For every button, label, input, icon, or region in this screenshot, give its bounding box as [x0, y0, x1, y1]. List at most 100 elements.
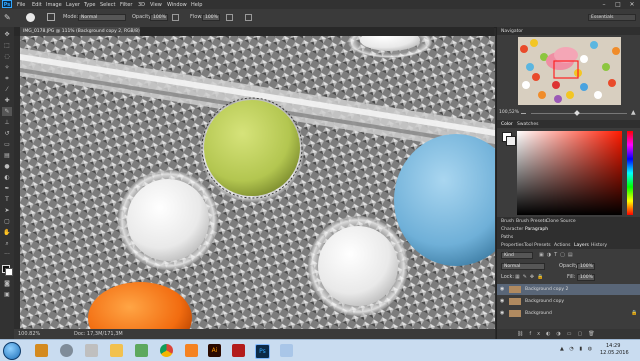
tab-tool-presets[interactable]: Tool Presets — [524, 243, 551, 248]
start-button-icon[interactable] — [3, 342, 21, 360]
blur-tool-icon[interactable]: ● — [2, 162, 12, 171]
menu-view[interactable]: View — [150, 2, 162, 8]
layer-filter-kind[interactable]: Kind — [501, 252, 533, 259]
menu-type[interactable]: Type — [84, 2, 95, 8]
tab-paths[interactable]: Paths — [501, 235, 513, 240]
lock-icons[interactable]: ▦✎✥🔒 — [515, 274, 551, 281]
taskbar-app-icon[interactable] — [85, 344, 98, 357]
layer-filter-icons[interactable]: ▣◑T▢▤ — [539, 252, 599, 259]
hue-slider[interactable] — [627, 131, 633, 215]
pressure-opacity-icon[interactable] — [172, 14, 179, 21]
more-tools-icon[interactable]: ··· — [2, 250, 12, 259]
move-tool-icon[interactable]: ✥ — [2, 30, 12, 39]
illustrator-icon[interactable]: Ai — [208, 344, 221, 357]
tab-color[interactable]: Color — [501, 122, 513, 127]
zoom-in-icon[interactable]: ▲ — [631, 110, 637, 116]
clone-stamp-tool-icon[interactable]: ⊥ — [2, 118, 12, 127]
zoom-slider-handle[interactable] — [574, 110, 580, 116]
color-picker-field[interactable] — [517, 131, 622, 215]
lasso-tool-icon[interactable]: ◌ — [2, 52, 12, 61]
menu-filter[interactable]: Filter — [120, 2, 132, 8]
gradient-tool-icon[interactable]: ▤ — [2, 151, 12, 160]
taskbar-app-icon[interactable] — [185, 344, 198, 357]
visibility-eye-icon[interactable]: ◉ — [500, 299, 505, 304]
opacity-field[interactable]: 100% — [150, 14, 168, 21]
photoshop-taskbar-icon[interactable]: Ps — [255, 344, 270, 359]
pressure-size-icon[interactable] — [245, 14, 252, 21]
tab-brush-presets[interactable]: Brush Presets — [516, 219, 547, 224]
menu-file[interactable]: File — [17, 2, 25, 8]
taskbar-app-icon[interactable] — [135, 344, 148, 357]
minimize-button[interactable]: – — [597, 0, 611, 9]
screen-mode-icon[interactable]: ▣ — [2, 290, 12, 299]
tab-paragraph[interactable]: Paragraph — [525, 227, 548, 232]
dodge-tool-icon[interactable]: ◐ — [2, 173, 12, 182]
brush-panel-header: Brush Brush Presets Clone Source — [497, 217, 640, 225]
quick-select-tool-icon[interactable]: ✧ — [2, 63, 12, 72]
tab-navigator[interactable]: Navigator — [501, 29, 523, 34]
layer-row-selected[interactable]: ◉ Background copy 2 — [497, 284, 640, 295]
airbrush-icon[interactable] — [226, 14, 233, 21]
navigator-zoom[interactable]: 100,52% — [499, 110, 519, 115]
visibility-eye-icon[interactable]: ◉ — [500, 287, 505, 292]
layer-footer-icons[interactable]: ⛓fx◐◑▭▢🗑 — [517, 331, 601, 337]
quick-mask-icon[interactable]: ◙ — [2, 279, 12, 288]
file-explorer-icon[interactable] — [110, 344, 123, 357]
menu-3d[interactable]: 3D — [138, 2, 145, 8]
mode-select[interactable]: Normal — [78, 14, 126, 21]
menu-layer[interactable]: Layer — [66, 2, 80, 8]
color-panel-background-swatch[interactable] — [506, 136, 516, 146]
fill-field[interactable]: 100% — [577, 274, 595, 281]
system-tray-icons[interactable]: ▲ ◔ ▮ ◍ — [560, 346, 594, 352]
tab-character[interactable]: Character — [501, 227, 523, 232]
workspace-switcher[interactable]: Essentials — [588, 14, 636, 21]
menu-edit[interactable]: Edit — [32, 2, 42, 8]
taskbar-app-icon[interactable] — [280, 344, 293, 357]
crop-tool-icon[interactable]: ⌗ — [2, 74, 12, 83]
hand-tool-icon[interactable]: ✋ — [2, 228, 12, 237]
brush-tool-preset-icon[interactable]: ✎ — [4, 13, 13, 22]
tab-history[interactable]: History — [591, 243, 607, 248]
close-button[interactable]: ✕ — [625, 0, 639, 9]
menu-window[interactable]: Window — [167, 2, 187, 8]
tab-clone-source[interactable]: Clone Source — [546, 219, 576, 224]
layer-row[interactable]: ◉ Background copy — [497, 296, 640, 307]
background-color-swatch[interactable] — [5, 268, 13, 276]
menu-image[interactable]: Image — [46, 2, 62, 8]
marquee-tool-icon[interactable]: ⬚ — [2, 41, 12, 50]
menu-select[interactable]: Select — [100, 2, 115, 8]
zoom-level[interactable]: 100.82% — [18, 332, 40, 337]
filezilla-icon[interactable] — [232, 344, 245, 357]
zoom-tool-icon[interactable]: ⌕ — [2, 239, 12, 248]
document-tab[interactable]: IMG_0178.JPG @ 111% (Background copy 2, … — [20, 27, 140, 43]
maximize-button[interactable]: □ — [611, 0, 625, 9]
type-tool-icon[interactable]: T — [2, 195, 12, 204]
tab-layers[interactable]: Layers — [574, 243, 589, 248]
brush-tool-icon[interactable]: ✎ — [2, 107, 12, 116]
tab-properties[interactable]: Properties — [501, 243, 524, 248]
brush-panel-toggle-icon[interactable] — [47, 13, 55, 21]
tab-actions[interactable]: Actions — [554, 243, 570, 248]
rectangle-tool-icon[interactable]: ▢ — [2, 217, 12, 226]
eyedropper-tool-icon[interactable]: ⁄ — [2, 85, 12, 94]
zoom-out-icon[interactable] — [521, 113, 526, 114]
visibility-eye-icon[interactable]: ◉ — [500, 311, 505, 316]
healing-brush-tool-icon[interactable]: ✚ — [2, 96, 12, 105]
menu-help[interactable]: Help — [191, 2, 202, 8]
layer-row[interactable]: ◉ Background 🔒 — [497, 308, 640, 319]
document-canvas[interactable] — [20, 36, 495, 329]
path-select-tool-icon[interactable]: ➤ — [2, 206, 12, 215]
brush-size-icon[interactable] — [26, 13, 35, 22]
tab-brush[interactable]: Brush — [501, 219, 514, 224]
eraser-tool-icon[interactable]: ▭ — [2, 140, 12, 149]
navigator-thumbnail[interactable] — [518, 37, 621, 105]
tab-swatches[interactable]: Swatches — [517, 122, 539, 127]
taskbar-app-icon[interactable] — [60, 344, 73, 357]
chrome-icon[interactable] — [160, 344, 173, 357]
flow-field[interactable]: 100% — [202, 14, 220, 21]
pen-tool-icon[interactable]: ✒ — [2, 184, 12, 193]
history-brush-tool-icon[interactable]: ↺ — [2, 129, 12, 138]
taskbar-app-icon[interactable] — [35, 344, 48, 357]
layer-opacity-field[interactable]: 100% — [577, 263, 595, 270]
layer-blend-mode[interactable]: Normal — [501, 263, 545, 270]
